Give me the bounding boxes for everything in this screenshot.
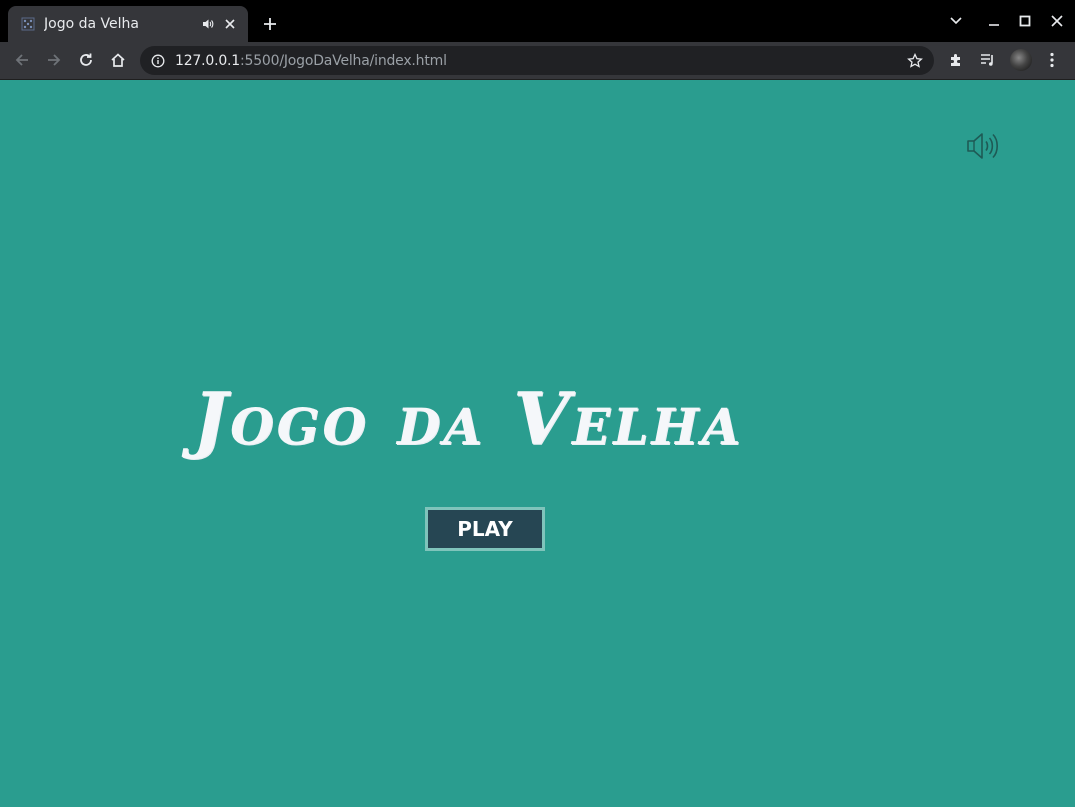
- close-window-icon[interactable]: [1046, 10, 1068, 32]
- tab-title: Jogo da Velha: [44, 16, 139, 32]
- play-button[interactable]: PLAY: [425, 507, 545, 551]
- new-tab-button[interactable]: [258, 12, 282, 36]
- tab-audio-icon[interactable]: [200, 16, 216, 32]
- url-text: 127.0.0.1:5500/JogoDaVelha/index.html: [175, 53, 906, 69]
- tab-close-icon[interactable]: [222, 16, 238, 32]
- menu-kebab-icon[interactable]: [1040, 48, 1064, 72]
- sound-toggle-icon[interactable]: [964, 130, 1002, 162]
- maximize-icon[interactable]: [1014, 10, 1036, 32]
- extensions-icon[interactable]: [944, 48, 968, 72]
- browser-toolbar: 127.0.0.1:5500/JogoDaVelha/index.html: [0, 42, 1075, 80]
- home-button[interactable]: [106, 48, 130, 72]
- page-content: Jogo da Velha PLAY: [0, 80, 1075, 807]
- browser-window: Jogo da Velha 127.0.0.1:5500/JogoDaVelha…: [0, 0, 1075, 807]
- tab-strip: Jogo da Velha: [0, 0, 1075, 42]
- media-controls-icon[interactable]: [976, 48, 1000, 72]
- tab-search-icon[interactable]: [945, 10, 967, 32]
- address-bar[interactable]: 127.0.0.1:5500/JogoDaVelha/index.html: [140, 46, 934, 75]
- favicon-icon: [20, 16, 36, 32]
- forward-button[interactable]: [42, 48, 66, 72]
- url-path: :5500/JogoDaVelha/index.html: [240, 52, 447, 69]
- site-info-icon[interactable]: [150, 53, 166, 69]
- bookmark-star-icon[interactable]: [906, 52, 924, 70]
- profile-avatar[interactable]: [1010, 49, 1032, 71]
- back-button[interactable]: [10, 48, 34, 72]
- game-title: Jogo da Velha: [193, 376, 744, 461]
- reload-button[interactable]: [74, 48, 98, 72]
- tab-jogo-da-velha[interactable]: Jogo da Velha: [8, 6, 248, 42]
- minimize-icon[interactable]: [983, 10, 1005, 32]
- url-host: 127.0.0.1: [175, 52, 240, 69]
